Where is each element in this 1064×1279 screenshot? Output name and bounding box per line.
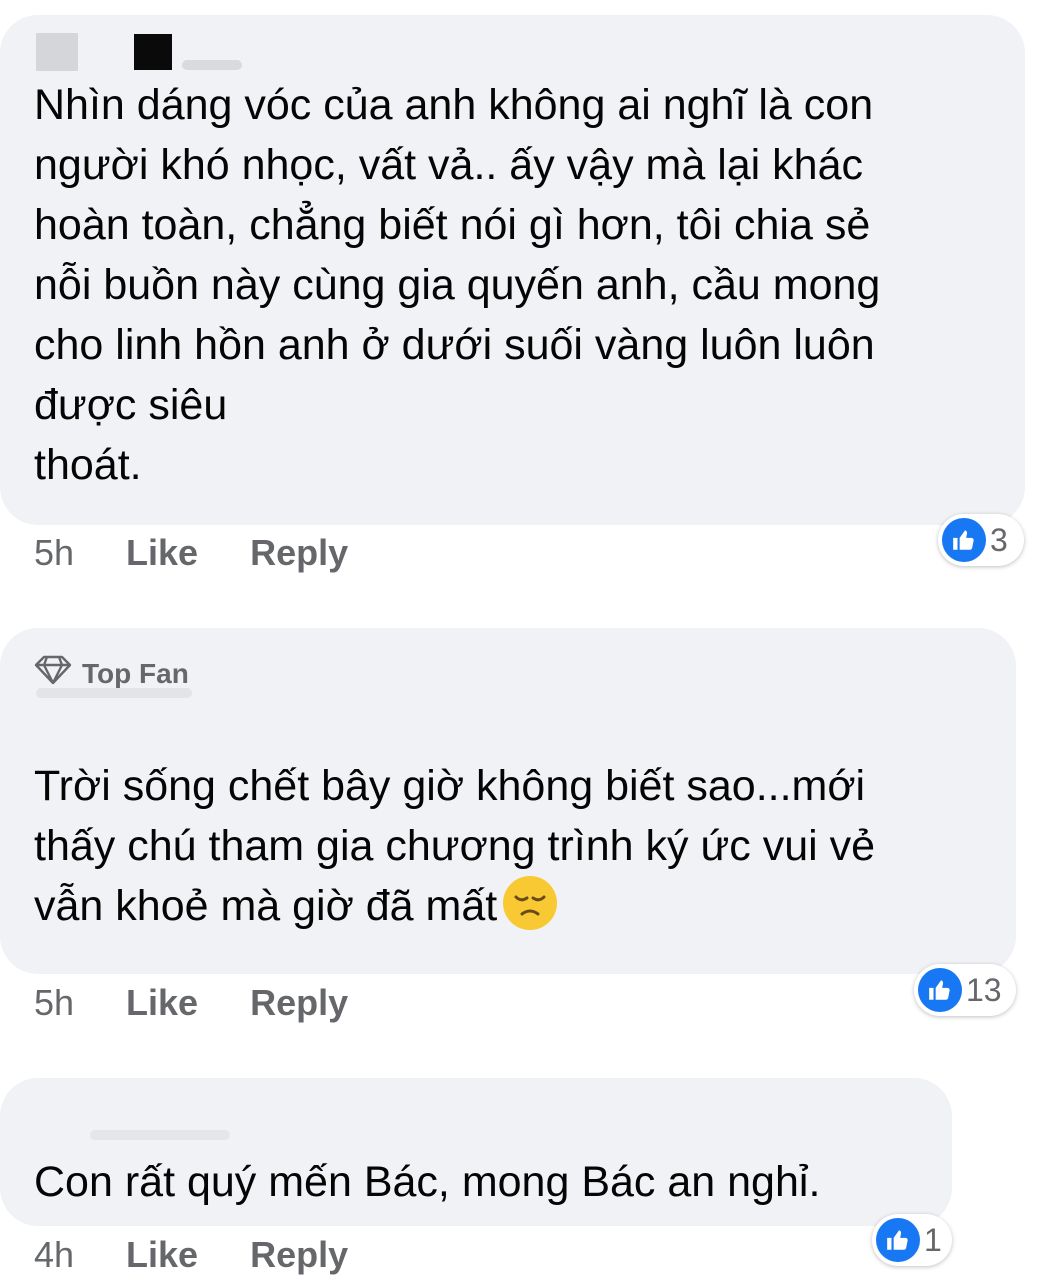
redacted-line [182,60,242,70]
comment-text: Trời sống chết bây giờ không biết sao...… [34,756,1014,936]
thumbs-up-icon [942,518,986,562]
redacted-block [134,34,172,70]
comment-bubble: Nhìn dáng vóc của anh không ai nghĩ là c… [0,15,1025,525]
thumbs-up-icon [918,968,962,1012]
reaction-count: 13 [966,971,1002,1008]
badge-label: Top Fan [82,657,189,689]
comment-actions: 4h Like Reply [34,1234,400,1276]
redacted-line [36,688,192,698]
like-button[interactable]: Like [126,1234,198,1276]
comment-bubble: Con rất quý mến Bác, mong Bác an nghỉ. [0,1078,952,1226]
reaction-count: 3 [990,521,1008,558]
reply-button[interactable]: Reply [250,1234,348,1276]
comment-time[interactable]: 4h [34,1234,74,1276]
top-fan-badge: Top Fan [34,655,189,692]
like-button[interactable]: Like [126,982,198,1024]
disappointed-face-emoji [503,876,558,930]
reaction-summary[interactable]: 1 [872,1214,952,1266]
author-name-redacted[interactable] [36,33,242,71]
reaction-summary[interactable]: 13 [914,964,1016,1016]
reply-button[interactable]: Reply [250,982,348,1024]
like-button[interactable]: Like [126,532,198,574]
diamond-icon [34,655,72,692]
redacted-line [90,1130,230,1140]
comment-text: Con rất quý mến Bác, mong Bác an nghỉ. [34,1158,821,1206]
reply-button[interactable]: Reply [250,532,348,574]
redacted-block [36,33,78,71]
reaction-count: 1 [924,1221,942,1258]
comment-time[interactable]: 5h [34,532,74,574]
comment-actions: 5h Like Reply [34,982,400,1024]
reaction-summary[interactable]: 3 [938,514,1024,566]
comment-text-content: Trời sống chết bây giờ không biết sao...… [34,762,876,930]
comment-actions: 5h Like Reply [34,532,400,574]
thumbs-up-icon [876,1218,920,1262]
comment-time[interactable]: 5h [34,982,74,1024]
comment-text: Nhìn dáng vóc của anh không ai nghĩ là c… [34,81,881,489]
